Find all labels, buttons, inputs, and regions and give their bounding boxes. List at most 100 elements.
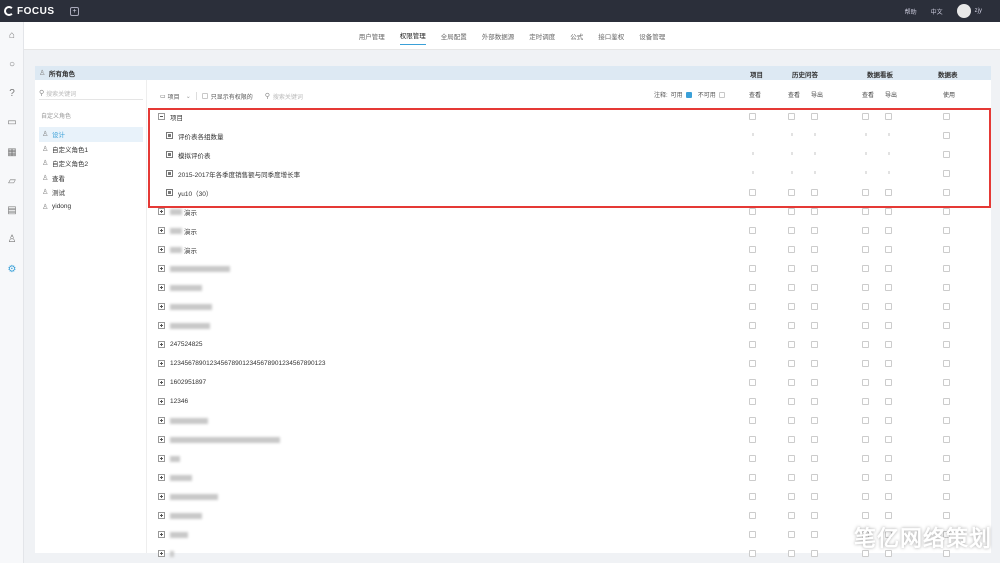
permission-checkbox[interactable] — [943, 170, 950, 177]
permission-checkbox[interactable] — [749, 303, 756, 310]
new-tab-button[interactable]: + — [70, 6, 79, 16]
permission-checkbox[interactable] — [788, 531, 795, 538]
permission-checkbox[interactable] — [885, 512, 892, 519]
permission-checkbox[interactable] — [862, 379, 869, 386]
permission-checkbox[interactable] — [749, 246, 756, 253]
permission-checkbox[interactable] — [788, 379, 795, 386]
permission-checkbox[interactable] — [862, 493, 869, 500]
permission-checkbox[interactable] — [943, 455, 950, 462]
permission-checkbox[interactable] — [885, 227, 892, 234]
tab-external-datasource[interactable]: 外部数据源 — [482, 27, 515, 45]
permission-checkbox[interactable] — [943, 398, 950, 405]
permission-checkbox[interactable] — [943, 208, 950, 215]
collapse-icon[interactable] — [158, 113, 165, 120]
permission-checkbox[interactable] — [788, 322, 795, 329]
permission-checkbox[interactable] — [811, 455, 818, 462]
tree-row-child[interactable]: 2015-2017年各季度销售额与同季度增长率 — [148, 164, 991, 183]
permission-checkbox[interactable] — [943, 246, 950, 253]
role-item[interactable]: ♙ 自定义角色1 — [39, 142, 143, 157]
question-icon[interactable]: ? — [6, 88, 18, 100]
home-icon[interactable]: ⌂ — [6, 30, 18, 42]
permission-checkbox[interactable] — [788, 227, 795, 234]
tree-row-project[interactable]: 演示 — [148, 240, 991, 259]
expand-icon[interactable] — [158, 531, 165, 538]
permission-checkbox[interactable] — [749, 455, 756, 462]
permission-checkbox[interactable] — [862, 398, 869, 405]
permission-checkbox[interactable] — [811, 341, 818, 348]
permission-checkbox[interactable] — [788, 341, 795, 348]
permission-checkbox[interactable] — [749, 417, 756, 424]
permission-checkbox[interactable] — [811, 379, 818, 386]
tree-row-project[interactable]: 演示 — [148, 202, 991, 221]
permission-checkbox[interactable] — [788, 455, 795, 462]
dashboard-icon[interactable]: ▭ — [6, 117, 18, 129]
permission-checkbox[interactable] — [862, 284, 869, 291]
expand-icon[interactable] — [158, 360, 165, 367]
permission-checkbox[interactable] — [788, 113, 795, 120]
tree-row-project[interactable] — [148, 430, 991, 449]
tree-search-input[interactable]: ⚲ 搜索关键词 — [265, 92, 303, 101]
permission-checkbox[interactable] — [788, 512, 795, 519]
tree-row-project[interactable] — [148, 316, 991, 335]
permission-checkbox[interactable] — [788, 303, 795, 310]
tree-row-project[interactable] — [148, 297, 991, 316]
expand-icon[interactable] — [158, 474, 165, 481]
expand-icon[interactable] — [158, 512, 165, 519]
permission-checkbox[interactable] — [811, 360, 818, 367]
expand-icon[interactable] — [158, 246, 165, 253]
permission-checkbox[interactable] — [749, 208, 756, 215]
permission-checkbox[interactable] — [749, 436, 756, 443]
tab-permission-management[interactable]: 权限管理 — [399, 26, 426, 45]
permission-checkbox[interactable] — [885, 360, 892, 367]
expand-icon[interactable] — [158, 436, 165, 443]
permission-checkbox[interactable] — [885, 284, 892, 291]
permission-checkbox[interactable] — [811, 512, 818, 519]
tree-row-project[interactable]: 1602951897 — [148, 373, 991, 392]
datasource-icon[interactable]: ▤ — [6, 205, 18, 217]
permission-checkbox[interactable] — [811, 417, 818, 424]
permission-checkbox[interactable] — [943, 512, 950, 519]
table-icon[interactable]: ▦ — [6, 147, 18, 159]
permission-checkbox[interactable] — [943, 265, 950, 272]
permission-checkbox[interactable] — [943, 474, 950, 481]
permission-checkbox[interactable] — [788, 474, 795, 481]
permission-checkbox[interactable] — [943, 132, 950, 139]
permission-checkbox[interactable] — [811, 474, 818, 481]
language-switch[interactable]: 中文 — [931, 7, 943, 16]
permission-checkbox[interactable] — [943, 322, 950, 329]
tab-api-auth[interactable]: 接口鉴权 — [598, 27, 624, 45]
expand-icon[interactable] — [158, 493, 165, 500]
expand-icon[interactable] — [158, 398, 165, 405]
permission-checkbox[interactable] — [862, 436, 869, 443]
permission-checkbox[interactable] — [943, 341, 950, 348]
permission-checkbox[interactable] — [749, 531, 756, 538]
permission-checkbox[interactable] — [885, 455, 892, 462]
tab-scheduling[interactable]: 定时调度 — [529, 27, 555, 45]
role-item[interactable]: ♙ 查看 — [39, 171, 143, 186]
role-item[interactable]: ♙ yidong — [39, 200, 143, 215]
role-item[interactable]: ♙ 测试 — [39, 185, 143, 200]
permission-checkbox[interactable] — [943, 417, 950, 424]
tree-row-child[interactable]: 评价表各组数量 — [148, 126, 991, 145]
permission-checkbox[interactable] — [943, 113, 950, 120]
user-icon[interactable]: ♙ — [6, 234, 18, 246]
user-name[interactable]: zjy — [975, 8, 982, 14]
permission-checkbox[interactable] — [811, 493, 818, 500]
role-search-input[interactable]: ⚲ 搜索关键词 — [39, 87, 143, 100]
permission-checkbox[interactable] — [943, 360, 950, 367]
tree-row-root[interactable]: 项目 — [148, 107, 991, 126]
permission-checkbox[interactable] — [788, 265, 795, 272]
avatar[interactable] — [956, 4, 971, 18]
permission-checkbox[interactable] — [788, 189, 795, 196]
permission-checkbox[interactable] — [885, 189, 892, 196]
tree-row-project[interactable]: 1234567890123456789012345678901234567890… — [148, 354, 991, 373]
permission-checkbox[interactable] — [885, 246, 892, 253]
permission-checkbox[interactable] — [749, 550, 756, 557]
permission-checkbox[interactable] — [885, 265, 892, 272]
permission-checkbox[interactable] — [862, 189, 869, 196]
tree-row-project[interactable]: 247524825 — [148, 335, 991, 354]
tree-row-project[interactable]: 演示 — [148, 221, 991, 240]
tree-row-project[interactable] — [148, 468, 991, 487]
permission-checkbox[interactable] — [811, 227, 818, 234]
permission-checkbox[interactable] — [788, 398, 795, 405]
